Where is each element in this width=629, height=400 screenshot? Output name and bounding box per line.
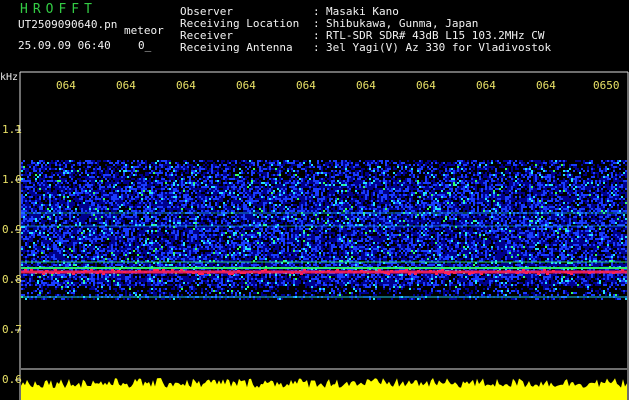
spectrogram-plot xyxy=(15,71,629,400)
frequency-label: 0.8 xyxy=(2,273,22,286)
time-tick: 064 xyxy=(536,79,556,92)
time-tick: 064 xyxy=(476,79,496,92)
signal-level-meter xyxy=(21,378,627,400)
time-tick: 0650 xyxy=(593,79,620,92)
time-tick: 064 xyxy=(176,79,196,92)
time-tick: 064 xyxy=(236,79,256,92)
spectrogram-noise xyxy=(21,160,627,300)
frequency-label: 1.1 xyxy=(2,123,22,136)
frequency-label: 1.0 xyxy=(2,173,22,186)
frequency-label: 0.9 xyxy=(2,223,22,236)
time-tick: 064 xyxy=(416,79,436,92)
time-tick: 064 xyxy=(56,79,76,92)
time-tick: 064 xyxy=(356,79,376,92)
frequency-label: 0.6 xyxy=(2,373,22,386)
time-tick: 064 xyxy=(296,79,316,92)
hrofft-window: HROFFT UT2509090640.pn meteor 25.09.09 0… xyxy=(0,0,629,400)
frequency-unit: kHz xyxy=(0,72,19,83)
frequency-label: 0.7 xyxy=(2,323,22,336)
time-tick: 064 xyxy=(116,79,136,92)
